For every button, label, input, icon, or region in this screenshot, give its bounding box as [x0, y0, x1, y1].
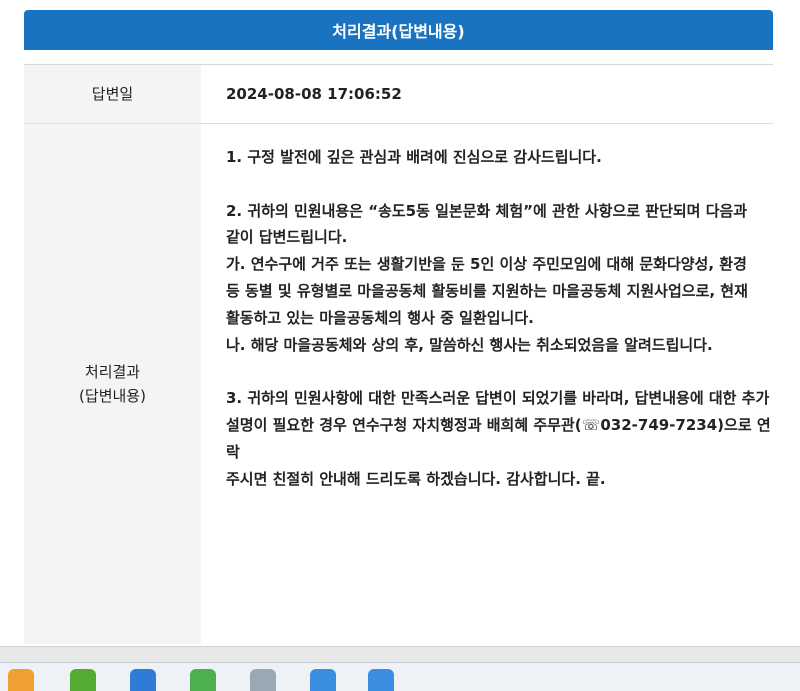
answer-result-label-line2: (답변내용) — [79, 387, 146, 405]
answer-paragraph: 활동하고 있는 마을공동체의 행사 중 일환입니다. — [226, 308, 534, 327]
panel-title: 처리결과(답변내용) — [24, 10, 773, 50]
app-blue-icon-2[interactable] — [368, 669, 394, 691]
answer-paragraph: 가. 연수구에 거주 또는 생활기반을 둔 5인 이상 주민모임에 대해 문화다… — [226, 255, 747, 274]
answer-paragraph: 1. 구정 발전에 깊은 관심과 배려에 진심으로 감사드립니다. — [226, 148, 602, 166]
answer-paragraph: 설명이 필요한 경우 연수구청 자치행정과 배희혜 주무관(☏032-749-7… — [226, 415, 771, 461]
answer-paragraph: 2. 귀하의 민원내용은 “송도5동 일본문화 체험”에 관한 사항으로 판단되… — [226, 201, 748, 220]
answer-paragraph: 등 동별 및 유형별로 마을공동체 활동비를 지원하는 마을공동체 지원사업으로… — [226, 281, 748, 300]
taskbar — [0, 662, 800, 691]
answer-paragraph: 3. 귀하의 민원사항에 대한 만족스러운 답변이 되었기를 바라며, 답변내용… — [226, 389, 770, 408]
answer-panel: 처리결과(답변내용) 답변일 2024-08-08 17:06:52 처리결과 … — [24, 10, 773, 650]
answer-table: 답변일 2024-08-08 17:06:52 처리결과 (답변내용) 1. 구… — [24, 64, 773, 644]
answer-result-label-line1: 처리결과 — [84, 363, 141, 381]
answer-result-label: 처리결과 (답변내용) — [24, 124, 201, 644]
music-icon[interactable] — [70, 669, 96, 691]
answer-text: 1. 구정 발전에 깊은 관심과 배려에 진심으로 감사드립니다. 2. 귀하의 … — [226, 144, 771, 492]
app-blue-icon[interactable] — [310, 669, 336, 691]
chat-icon[interactable] — [190, 669, 216, 691]
answer-date-label: 답변일 — [24, 65, 201, 123]
answer-paragraph: 주시면 친절히 안내해 드리도록 하겠습니다. 감사합니다. 끝. — [226, 469, 606, 488]
answer-date-value: 2024-08-08 17:06:52 — [226, 85, 402, 103]
rocket-icon[interactable] — [250, 669, 276, 691]
answer-paragraph: 같이 답변드립니다. — [226, 228, 348, 247]
mail-icon[interactable] — [8, 669, 34, 691]
app-icon[interactable] — [130, 669, 156, 691]
answer-result-content: 1. 구정 발전에 깊은 관심과 배려에 진심으로 감사드립니다. 2. 귀하의 … — [201, 124, 773, 644]
answer-date-row: 답변일 2024-08-08 17:06:52 — [24, 65, 773, 124]
horizontal-scrollbar[interactable] — [0, 646, 800, 663]
answer-result-row: 처리결과 (답변내용) 1. 구정 발전에 깊은 관심과 배려에 진심으로 감사… — [24, 124, 773, 644]
answer-paragraph: 나. 해당 마을공동체와 상의 후, 말씀하신 행사는 취소되었음을 알려드립니… — [226, 335, 713, 354]
